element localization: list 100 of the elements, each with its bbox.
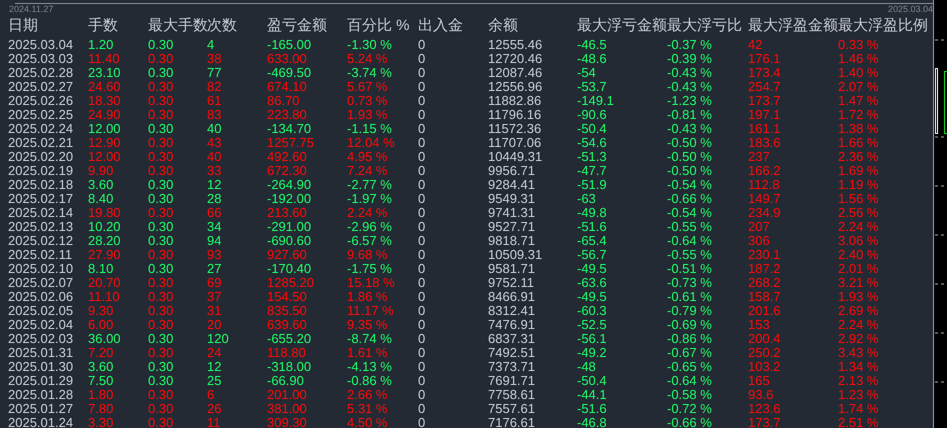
max-lots-cell-text: 0.30 <box>148 262 174 276</box>
deposit-cell-text: 0 <box>418 136 426 150</box>
max-lots-cell-text: 0.30 <box>148 80 174 94</box>
pnl-percent-cell-text: 5.67 % <box>347 80 388 94</box>
count-cell-text: 69 <box>207 276 222 290</box>
column-header: 出入金 <box>418 16 464 36</box>
max-runup-percent-cell-text: 1.19 % <box>838 178 880 192</box>
pnl-percent-cell-text: -1.75 % <box>347 262 393 276</box>
max-runup-percent-cell-text: 3.21 % <box>838 276 880 290</box>
max-drawdown-percent-cell-text: -0.65 % <box>667 360 713 374</box>
max-runup-percent-cell-text: 2.13 % <box>838 374 880 388</box>
max-drawdown-percent-cell-text: -0.66 % <box>667 416 713 428</box>
max-drawdown-cell-text: -47.7 <box>577 164 608 178</box>
column-header: 最大浮盈金额 <box>748 16 838 36</box>
deposit-cell-text: 0 <box>418 94 426 108</box>
deposit-cell-text: 0 <box>418 262 426 276</box>
date-cell-text: 2025.02.24 <box>8 122 74 136</box>
pnl-amount-cell-text: 213.60 <box>267 206 308 220</box>
max-drawdown-cell-text: -51.6 <box>577 402 608 416</box>
pnl-amount-cell-text: 672.30 <box>267 164 308 178</box>
max-runup-percent-cell-text: 3.06 % <box>838 234 880 248</box>
deposit-cell-text: 0 <box>418 122 426 136</box>
max-drawdown-percent-cell-text: -0.39 % <box>667 52 713 66</box>
max-runup-cell-text: 234.9 <box>748 206 782 220</box>
max-runup-percent-cell-text: 1.93 % <box>838 290 880 304</box>
max-drawdown-percent-cell-text: -0.64 % <box>667 374 713 388</box>
pnl-amount-cell-text: -264.90 <box>267 178 312 192</box>
count-cell-text: 31 <box>207 304 222 318</box>
max-drawdown-percent-cell-text: -1.23 % <box>667 94 713 108</box>
pnl-percent-cell-text: -0.86 % <box>347 374 393 388</box>
max-drawdown-cell-text: -56.7 <box>577 248 608 262</box>
max-runup-cell-text: 237 <box>748 150 771 164</box>
max-runup-percent-cell-text: 1.34 % <box>838 360 880 374</box>
date-cell-text: 2025.02.28 <box>8 66 74 80</box>
deposit-cell-text: 0 <box>418 374 426 388</box>
deposit-cell-text: 0 <box>418 346 426 360</box>
pnl-percent-cell-text: -6.57 % <box>347 234 393 248</box>
lots-cell-text: 12.90 <box>88 136 122 150</box>
deposit-cell-text: 0 <box>418 66 426 80</box>
count-cell-text: 6 <box>207 388 216 402</box>
deposit-cell-text: 0 <box>418 402 426 416</box>
lots-cell-text: 24.60 <box>88 80 122 94</box>
max-lots-cell-text: 0.30 <box>148 220 174 234</box>
date-cell-text: 2025.03.03 <box>8 52 74 66</box>
pnl-amount-cell-text: -469.50 <box>267 66 312 80</box>
lots-cell-text: 27.90 <box>88 248 122 262</box>
balance-cell-text: 11572.36 <box>488 122 542 136</box>
pnl-amount-cell-text: 309.30 <box>267 416 308 428</box>
max-runup-percent-cell-text: 2.56 % <box>838 206 880 220</box>
pnl-percent-cell-text: 5.31 % <box>347 402 388 416</box>
max-lots-cell-text: 0.30 <box>148 38 174 52</box>
pnl-percent-cell-text: 7.24 % <box>347 164 388 178</box>
pnl-percent-cell-text: 9.35 % <box>347 318 388 332</box>
max-drawdown-cell-text: -50.4 <box>577 374 608 388</box>
count-cell-text: 12 <box>207 360 222 374</box>
max-drawdown-cell-text: -63 <box>577 192 597 206</box>
lots-cell-text: 12.00 <box>88 122 122 136</box>
date-cell-text: 2025.02.26 <box>8 94 74 108</box>
max-runup-cell-text: 161.1 <box>748 122 782 136</box>
pnl-amount-cell-text: -165.00 <box>267 38 312 52</box>
balance-cell-text: 9818.71 <box>488 234 536 248</box>
max-lots-cell-text: 0.30 <box>148 346 174 360</box>
pnl-percent-cell-text: 1.86 % <box>347 290 388 304</box>
deposit-cell-text: 0 <box>418 416 426 428</box>
balance-cell-text: 9752.11 <box>488 276 536 290</box>
max-lots-cell-text: 0.30 <box>148 66 174 80</box>
max-runup-percent-cell-text: 2.40 % <box>838 248 880 262</box>
max-runup-cell-text: 200.4 <box>748 332 782 346</box>
max-runup-cell-text: 176.1 <box>748 52 782 66</box>
pnl-amount-cell-text: -291.00 <box>267 220 312 234</box>
count-cell-text: 40 <box>207 122 222 136</box>
max-drawdown-cell-text: -54 <box>577 66 597 80</box>
max-runup-cell-text: 158.7 <box>748 290 782 304</box>
max-runup-cell-text: 173.7 <box>748 94 782 108</box>
balance-cell-text: 12556.96 <box>488 80 544 94</box>
balance-cell-text: 8466.91 <box>488 290 536 304</box>
lots-cell-text: 8.40 <box>88 192 114 206</box>
max-drawdown-cell-text: -49.5 <box>577 290 608 304</box>
count-cell-text: 43 <box>207 136 222 150</box>
pnl-percent-cell-text: 5.24 % <box>347 52 388 66</box>
date-cell-text: 2025.01.28 <box>8 388 74 402</box>
date-cell-text: 2025.01.31 <box>8 346 74 360</box>
date-cell-text: 2025.02.25 <box>8 108 74 122</box>
balance-cell-text: 12720.46 <box>488 52 544 66</box>
date-cell-text: 2025.01.24 <box>8 416 74 428</box>
balance-cell-text: 9284.41 <box>488 178 536 192</box>
max-lots-cell-text: 0.30 <box>148 276 174 290</box>
pnl-amount-cell-text: 927.60 <box>267 248 308 262</box>
lots-cell-text: 7.20 <box>88 346 114 360</box>
max-drawdown-cell-text: -51.6 <box>577 220 608 234</box>
column-header: 余额 <box>488 16 519 36</box>
max-drawdown-cell-text: -49.8 <box>577 206 608 220</box>
max-lots-cell-text: 0.30 <box>148 94 174 108</box>
count-cell-text: 120 <box>207 332 230 346</box>
deposit-cell-text: 0 <box>418 290 426 304</box>
pnl-amount-cell-text: -192.00 <box>267 192 312 206</box>
pnl-percent-cell-text: -2.96 % <box>347 220 393 234</box>
date-cell-text: 2025.03.04 <box>8 38 74 52</box>
count-cell-text: 77 <box>207 66 222 80</box>
lots-cell-text: 1.80 <box>88 388 114 402</box>
